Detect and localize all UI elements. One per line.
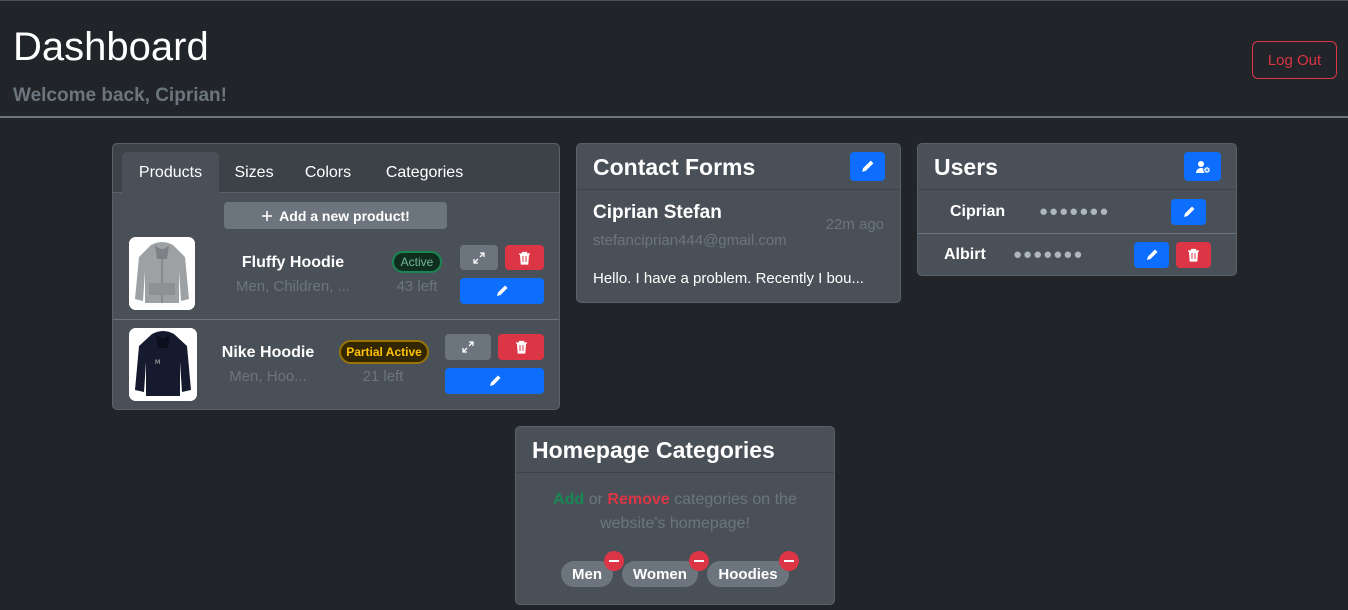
homepage-instructions: Add or Remove categories on the website'… [516,488,834,536]
pencil-icon [497,285,508,296]
pencil-icon [1146,249,1157,260]
password-mask: ●●●●●●● [1013,246,1084,263]
add-word: Add [553,491,585,508]
tab-label: Colors [304,163,352,181]
tab-label: Categories [385,163,464,181]
page-header: Dashboard Welcome back, Ciprian! Log Out [0,1,1348,118]
tab-label: Products [138,163,203,181]
contact-email: stefanciprian444@gmail.com [593,232,787,249]
card-header: Homepage Categories [516,427,834,473]
products-card: Products Sizes Colors Categories Add a n… [112,143,560,410]
status-badge: Active [392,251,442,273]
expand-icon [473,251,485,264]
remove-category-button[interactable] [689,551,709,571]
tab-sizes[interactable]: Sizes [222,152,286,193]
stock-count: 21 left [362,368,404,385]
row-divider [918,233,1236,234]
category-chip: Hoodies [707,561,789,587]
add-product-label: Add a new product! [279,207,410,224]
contact-time: 22m ago [825,216,884,233]
black-hoodie-image: M [129,328,197,401]
card-title: Homepage Categories [532,437,775,463]
add-product-button[interactable]: Add a new product! [224,202,447,229]
tab-colors[interactable]: Colors [293,152,363,193]
delete-user-button[interactable] [1176,242,1211,268]
trash-icon [1188,248,1199,262]
user-name: Ciprian [950,203,1006,220]
chip-label: Hoodies [718,565,778,583]
trash-icon [515,340,527,354]
delete-product-button[interactable] [505,245,544,270]
edit-product-button[interactable] [445,368,544,394]
expand-icon [462,341,474,353]
card-header: Users [918,144,1236,190]
contact-message[interactable]: Hello. I have a problem. Recently I bou.… [593,270,883,287]
edit-user-button[interactable] [1134,242,1169,268]
remove-category-button[interactable] [779,551,799,571]
trash-icon [519,251,530,265]
password-mask: ●●●●●●● [1039,203,1110,220]
card-header: Contact Forms [577,144,900,190]
product-name: Fluffy Hoodie [241,254,345,271]
chip-label: Women [633,565,687,583]
contact-name: Ciprian Stefan [593,202,722,223]
product-name: Nike Hoodie [221,344,315,361]
contact-forms-card: Contact Forms Ciprian Stefan stefancipri… [576,143,901,303]
chip-label: Men [572,565,602,583]
pencil-icon [862,160,874,172]
pencil-icon [1183,206,1194,217]
edit-product-button[interactable] [460,278,544,304]
expand-button[interactable] [460,245,498,270]
status-badge: Partial Active [339,340,429,364]
tab-label: Sizes [234,163,274,181]
product-categories: Men, Children, ... [235,278,351,295]
row-divider [113,319,559,320]
homepage-categories-card: Homepage Categories Add or Remove catego… [515,426,835,605]
page-title: Dashboard [13,25,209,69]
remove-word: Remove [607,491,670,508]
remove-category-button[interactable] [604,551,624,571]
users-card: Users Ciprian ●●●●●●● Albirt ●●●●●●● [917,143,1237,276]
user-name: Albirt [944,246,986,263]
plus-icon [262,210,273,221]
card-title: Contact Forms [593,154,756,180]
svg-text:M: M [155,359,160,366]
product-image [129,237,195,310]
product-categories: Men, Hoo... [229,368,307,385]
logout-button[interactable]: Log Out [1252,41,1337,79]
delete-product-button[interactable] [498,334,544,360]
stock-count: 43 left [396,278,438,295]
product-image: M [129,328,197,401]
edit-contact-forms-button[interactable] [850,152,885,181]
pencil-icon [489,375,500,386]
tab-products[interactable]: Products [122,152,219,193]
add-user-button[interactable] [1184,152,1221,181]
expand-button[interactable] [445,334,491,360]
card-title: Users [934,154,998,180]
gray-hoodie-image [129,237,195,310]
edit-user-button[interactable] [1171,199,1206,225]
or-word: or [584,491,608,508]
welcome-message: Welcome back, Ciprian! [13,85,227,106]
tab-categories[interactable]: Categories [373,152,476,193]
category-chip: Women [622,561,698,587]
products-tabs: Products Sizes Colors Categories [113,144,559,193]
user-plus-icon [1195,160,1211,174]
